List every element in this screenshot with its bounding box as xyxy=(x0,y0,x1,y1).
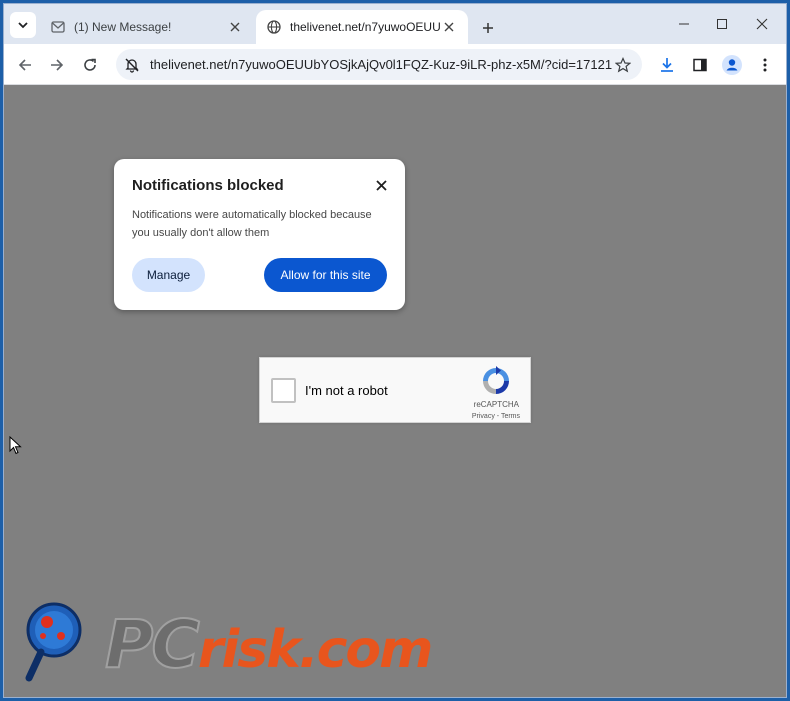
watermark-pc: PC xyxy=(104,605,201,684)
close-icon xyxy=(756,18,768,30)
download-icon xyxy=(661,58,673,72)
mouse-cursor-icon xyxy=(9,436,22,455)
popup-title: Notifications blocked xyxy=(132,177,284,194)
globe-icon xyxy=(266,19,282,35)
maximize-button[interactable] xyxy=(702,12,742,36)
side-panel-icon xyxy=(693,58,707,72)
recaptcha-widget: I'm not a robot reCAPTCHA Privacy - Term… xyxy=(259,357,531,423)
reload-icon xyxy=(84,58,96,71)
close-icon xyxy=(375,179,387,191)
watermark-text: PCrisk.com xyxy=(104,605,433,684)
minimize-button[interactable] xyxy=(664,12,704,36)
browser-toolbar: thelivenet.net/n7yuwoOEUUbYOSjkAjQv0l1FQ… xyxy=(4,44,786,85)
tab-new-message[interactable]: (1) New Message! xyxy=(40,10,254,44)
url-domain: thelivenet.net xyxy=(150,57,228,72)
reload-button[interactable] xyxy=(77,52,103,78)
watermark-risk: risk.com xyxy=(197,620,433,680)
popup-body: Notifications were automatically blocked… xyxy=(132,209,372,239)
new-tab-button[interactable] xyxy=(476,16,500,40)
star-icon xyxy=(615,56,631,72)
url-path: /n7yuwoOEUUbYOSjkAjQv0l1FQZ-Kuz-9iLR-phz… xyxy=(227,57,612,72)
popup-close-button[interactable] xyxy=(373,177,389,193)
tab-strip: (1) New Message! thelivenet.net/n7yuwoOE… xyxy=(4,4,786,44)
maximize-icon xyxy=(717,19,727,29)
email-icon xyxy=(50,19,66,35)
tab-close-button[interactable] xyxy=(226,18,244,36)
close-icon xyxy=(230,22,240,32)
menu-button[interactable] xyxy=(753,53,777,77)
recaptcha-links: Privacy - Terms xyxy=(472,413,520,420)
allow-for-this-site-button[interactable]: Allow for this site xyxy=(264,258,387,292)
profile-button[interactable] xyxy=(720,53,744,77)
bookmark-button[interactable] xyxy=(612,54,634,76)
tab-title: thelivenet.net/n7yuwoOEUUbY0 xyxy=(290,20,440,34)
avatar-icon xyxy=(722,55,742,75)
manage-button[interactable]: Manage xyxy=(132,258,205,292)
arrow-right-icon xyxy=(51,59,64,71)
notifications-off-icon xyxy=(125,58,139,73)
tab-close-button[interactable] xyxy=(440,18,458,36)
page-content: Notifications blocked Notifications were… xyxy=(4,85,786,697)
chevron-down-icon xyxy=(18,22,28,29)
notifications-blocked-popup: Notifications blocked Notifications were… xyxy=(114,159,405,310)
more-vert-icon xyxy=(763,58,767,72)
privacy-link[interactable]: Privacy xyxy=(472,413,495,420)
forward-button[interactable] xyxy=(44,52,70,78)
site-info-button[interactable] xyxy=(120,53,144,77)
recaptcha-logo-icon xyxy=(483,366,509,394)
recaptcha-label: I'm not a robot xyxy=(305,383,388,398)
plus-icon xyxy=(483,23,493,33)
arrow-left-icon xyxy=(18,59,31,71)
tab-search-button[interactable] xyxy=(10,12,36,38)
downloads-button[interactable] xyxy=(655,53,679,77)
window-close-button[interactable] xyxy=(742,12,782,36)
tab-thelivenet[interactable]: thelivenet.net/n7yuwoOEUUbY0 xyxy=(256,10,468,44)
pcrisk-watermark: PCrisk.com xyxy=(21,600,471,690)
browser-window: (1) New Message! thelivenet.net/n7yuwoOE… xyxy=(3,3,787,698)
tab-title: (1) New Message! xyxy=(74,20,172,34)
close-icon xyxy=(444,22,454,32)
magnifier-logo-icon xyxy=(25,602,82,682)
side-panel-button[interactable] xyxy=(688,53,712,77)
address-bar[interactable]: thelivenet.net/n7yuwoOEUUbYOSjkAjQv0l1FQ… xyxy=(116,49,642,80)
recaptcha-brand: reCAPTCHA xyxy=(473,400,519,409)
recaptcha-checkbox[interactable] xyxy=(271,378,296,403)
back-button[interactable] xyxy=(12,52,38,78)
minimize-icon xyxy=(679,23,689,25)
url-text[interactable]: thelivenet.net/n7yuwoOEUUbYOSjkAjQv0l1FQ… xyxy=(150,57,612,72)
terms-link[interactable]: Terms xyxy=(501,413,520,420)
